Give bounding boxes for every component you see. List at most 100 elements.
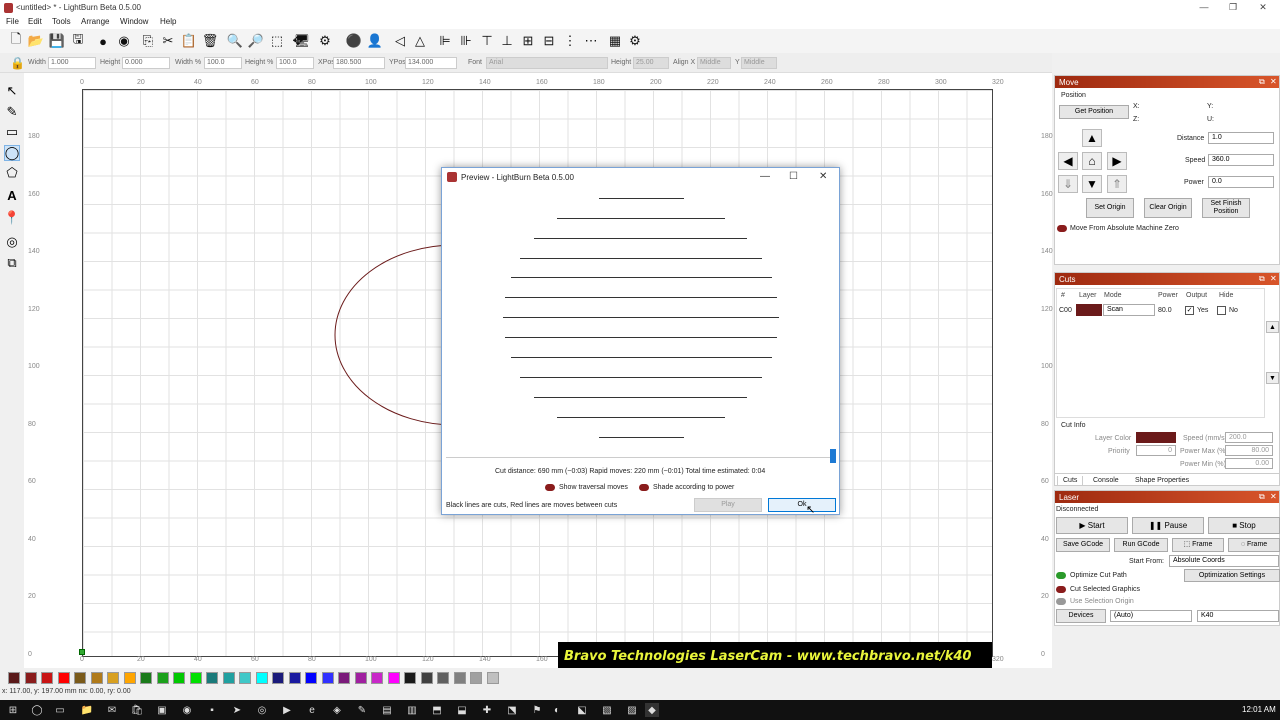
pen-tool-icon[interactable]: ✎ bbox=[4, 104, 20, 120]
tab-console[interactable]: Console bbox=[1093, 477, 1119, 484]
height-field[interactable]: 0.000 bbox=[122, 57, 170, 69]
open-icon[interactable]: 📂 bbox=[28, 33, 44, 49]
app-icon[interactable]: ◐ bbox=[550, 703, 564, 717]
terminal-icon[interactable]: ▪ bbox=[205, 703, 219, 717]
color-swatch[interactable] bbox=[24, 672, 37, 684]
move-panel-float-icon[interactable]: ⧉ bbox=[1259, 77, 1265, 87]
paste-icon[interactable]: 📋 bbox=[181, 33, 197, 49]
menu-arrange[interactable]: Arrange bbox=[81, 17, 109, 26]
settings-icon[interactable]: ⚙ bbox=[317, 33, 333, 49]
offset-tool-icon[interactable]: ◎ bbox=[4, 234, 20, 250]
color-swatch[interactable] bbox=[387, 672, 400, 684]
new-icon[interactable]: 🗋 bbox=[8, 31, 24, 49]
menu-help[interactable]: Help bbox=[160, 17, 176, 26]
delete-icon[interactable]: 🗑 bbox=[202, 33, 219, 49]
color-swatch[interactable] bbox=[305, 672, 317, 684]
zoom-frame-icon[interactable]: ⬚ bbox=[269, 33, 285, 49]
cuts-panel-close-icon[interactable]: ✕ bbox=[1270, 274, 1277, 283]
color-swatch[interactable] bbox=[57, 672, 70, 684]
width-field[interactable]: 1.000 bbox=[48, 57, 96, 69]
store-icon[interactable]: 🛍 bbox=[130, 703, 144, 717]
lightburn-taskbar-icon[interactable]: ◆ bbox=[645, 703, 659, 717]
align-bottom-icon[interactable]: ⊥ bbox=[499, 33, 515, 49]
hide-checkbox[interactable] bbox=[1217, 306, 1226, 315]
app-icon[interactable]: ⬕ bbox=[575, 703, 589, 717]
optimization-settings-button[interactable]: Optimization Settings bbox=[1184, 569, 1280, 582]
jog-home-icon[interactable]: ⌂ bbox=[1082, 152, 1102, 170]
save-as-icon[interactable]: 🖫 bbox=[70, 31, 86, 49]
speed-field[interactable]: 360.0 bbox=[1208, 154, 1274, 166]
layer-up-icon[interactable]: ▲ bbox=[1266, 321, 1279, 333]
array-icon[interactable]: ▦ bbox=[607, 33, 623, 49]
align-top-icon[interactable]: ⊤ bbox=[479, 33, 495, 49]
ok-button[interactable]: Ok bbox=[768, 498, 836, 512]
align-x-select[interactable]: Middle bbox=[697, 57, 731, 69]
abs-machine-toggle[interactable] bbox=[1057, 225, 1067, 232]
color-swatch[interactable] bbox=[156, 672, 169, 684]
polygon-tool-icon[interactable]: ⬠ bbox=[4, 165, 20, 181]
app-icon[interactable]: ▨ bbox=[625, 703, 639, 717]
get-position-button[interactable]: Get Position bbox=[1059, 105, 1129, 119]
color-swatch[interactable] bbox=[74, 672, 86, 684]
color-swatch[interactable] bbox=[486, 672, 499, 684]
color-swatch[interactable] bbox=[173, 672, 185, 684]
align-left-icon[interactable]: ⊫ bbox=[437, 33, 453, 49]
cut-selected-toggle[interactable] bbox=[1056, 586, 1066, 593]
menu-file[interactable]: File bbox=[6, 17, 19, 26]
align-center-h-icon[interactable]: ⊞ bbox=[520, 33, 536, 49]
ellipse-tool-icon[interactable]: ◯ bbox=[4, 145, 20, 161]
search-icon[interactable]: ◯ bbox=[30, 703, 44, 717]
app-icon[interactable]: ◈ bbox=[330, 703, 344, 717]
output-checkbox[interactable]: ✓ bbox=[1185, 306, 1194, 315]
app-icon[interactable]: ▥ bbox=[405, 703, 419, 717]
ypos-field[interactable]: 134.000 bbox=[405, 57, 457, 69]
ungroup-icon[interactable]: 👤 bbox=[367, 33, 383, 49]
rectangle-tool-icon[interactable]: ▭ bbox=[4, 124, 20, 140]
laser-panel-float-icon[interactable]: ⧉ bbox=[1259, 492, 1265, 502]
color-swatch[interactable] bbox=[453, 672, 466, 684]
mail-icon[interactable]: ✉ bbox=[105, 703, 119, 717]
power-field[interactable]: 0.0 bbox=[1208, 176, 1274, 188]
color-swatch[interactable] bbox=[189, 672, 202, 684]
mirror-h-icon[interactable]: ◁ bbox=[392, 33, 408, 49]
file-explorer-icon[interactable]: 📁 bbox=[80, 703, 94, 717]
text-tool-icon[interactable]: A bbox=[4, 187, 20, 203]
distance-field[interactable]: 1.0 bbox=[1208, 132, 1274, 144]
save-icon[interactable]: 💾 bbox=[49, 33, 65, 49]
lock-icon[interactable]: 🔒 bbox=[10, 56, 25, 70]
circular-array-icon[interactable]: ⚙ bbox=[627, 33, 643, 49]
color-swatch[interactable] bbox=[288, 672, 301, 684]
app-icon[interactable]: ⬒ bbox=[430, 703, 444, 717]
app-icon[interactable]: ✚ bbox=[480, 703, 494, 717]
send-icon[interactable]: ➤ bbox=[230, 703, 244, 717]
dialog-maximize-button[interactable]: ☐ bbox=[789, 171, 798, 182]
color-swatch[interactable] bbox=[90, 672, 103, 684]
run-gcode-button[interactable]: Run GCode bbox=[1114, 538, 1168, 552]
color-swatch[interactable] bbox=[107, 672, 119, 684]
align-right-icon[interactable]: ⊪ bbox=[458, 33, 474, 49]
color-swatch[interactable] bbox=[404, 672, 416, 684]
color-swatch[interactable] bbox=[338, 672, 350, 684]
copy-icon[interactable]: ⎘ bbox=[140, 33, 156, 49]
app-icon[interactable]: ▧ bbox=[600, 703, 614, 717]
app-icon[interactable]: ◎ bbox=[255, 703, 269, 717]
play-button[interactable]: Play bbox=[694, 498, 762, 512]
color-swatch[interactable] bbox=[371, 672, 383, 684]
maximize-button[interactable]: ❐ bbox=[1216, 0, 1250, 16]
app-icon[interactable]: ⚑ bbox=[530, 703, 544, 717]
distribute-v-icon[interactable]: ⋯ bbox=[583, 33, 599, 49]
font-height-field[interactable]: 25.00 bbox=[633, 57, 669, 69]
priority-field[interactable]: 0 bbox=[1136, 445, 1176, 456]
power-max-field[interactable]: 80.00 bbox=[1225, 445, 1273, 456]
color-swatch[interactable] bbox=[321, 672, 334, 684]
app-icon[interactable]: ✎ bbox=[355, 703, 369, 717]
menu-window[interactable]: Window bbox=[120, 17, 148, 26]
monitor-icon-2[interactable]: 🖥 bbox=[294, 33, 311, 49]
optimize-toggle[interactable] bbox=[1056, 572, 1066, 579]
jog-down-icon[interactable]: ▼ bbox=[1082, 175, 1102, 193]
color-swatch[interactable] bbox=[437, 672, 449, 684]
zoom-in-icon[interactable]: 🔍 bbox=[227, 33, 243, 49]
xpos-field[interactable]: 180.500 bbox=[333, 57, 385, 69]
mode-select[interactable]: Scan bbox=[1103, 304, 1155, 316]
distribute-h-icon[interactable]: ⋮ bbox=[562, 33, 578, 49]
